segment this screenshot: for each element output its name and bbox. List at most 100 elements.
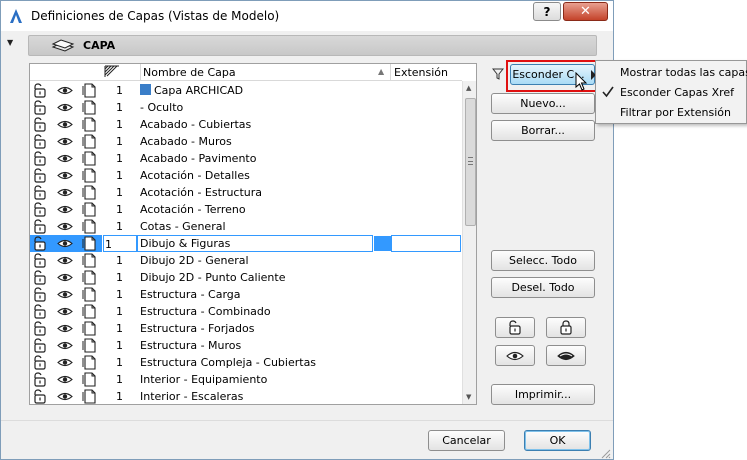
layer-intersection-number[interactable]: 1	[116, 254, 126, 267]
table-row[interactable]: 1 Acabado - Muros	[30, 133, 462, 150]
new-layer-button[interactable]: Nuevo...	[491, 93, 595, 114]
unlocked-padlock-icon[interactable]	[32, 253, 48, 268]
eye-icon[interactable]	[57, 151, 73, 166]
eye-icon[interactable]	[57, 338, 73, 353]
popup-menu-item[interactable]: Filtrar por Extensión	[596, 102, 746, 122]
layer-intersection-number[interactable]: 1	[116, 186, 126, 199]
popup-menu-item[interactable]: Esconder Capas Xref	[596, 82, 746, 102]
eye-icon[interactable]	[57, 134, 73, 149]
layer-page-icon[interactable]	[82, 304, 98, 319]
table-row[interactable]: 1 Estructura - Muros	[30, 337, 462, 354]
unlocked-padlock-icon[interactable]	[32, 100, 48, 115]
print-button[interactable]: Imprimir...	[491, 384, 595, 405]
unlocked-padlock-icon[interactable]	[32, 270, 48, 285]
layer-intersection-number[interactable]: 1	[116, 169, 126, 182]
layer-page-icon[interactable]	[82, 219, 98, 234]
eye-icon[interactable]	[57, 168, 73, 183]
layer-intersection-number[interactable]: 1	[116, 305, 126, 318]
layer-list[interactable]: Nombre de Capa ▲ Extensión 1 Capa ARCHICA…	[29, 63, 477, 405]
eye-icon[interactable]	[57, 253, 73, 268]
unlocked-padlock-icon[interactable]	[32, 304, 48, 319]
layer-intersection-number[interactable]: 1	[116, 390, 126, 403]
table-row[interactable]: 1 Interior - Equipamiento	[30, 371, 462, 388]
select-all-button[interactable]: Selecc. Todo	[491, 250, 595, 271]
eye-icon[interactable]	[57, 372, 73, 387]
table-row[interactable]: 1 Acotación - Detalles	[30, 167, 462, 184]
unlocked-padlock-icon[interactable]	[32, 355, 48, 370]
unlocked-padlock-icon[interactable]	[32, 134, 48, 149]
eye-icon[interactable]	[57, 321, 73, 336]
layer-page-icon[interactable]	[82, 134, 98, 149]
eye-icon[interactable]	[57, 100, 73, 115]
table-row[interactable]: 1 Acotación - Estructura	[30, 184, 462, 201]
table-row[interactable]: 1 Estructura - Combinado	[30, 303, 462, 320]
table-row[interactable]: 1 - Oculto	[30, 99, 462, 116]
unlocked-padlock-icon[interactable]	[32, 219, 48, 234]
eye-icon[interactable]	[57, 389, 73, 404]
popup-menu-item[interactable]: Mostrar todas las capas	[596, 62, 747, 82]
layer-page-icon[interactable]	[82, 202, 98, 217]
layer-intersection-number[interactable]: 1	[116, 356, 126, 369]
layer-page-icon[interactable]	[82, 355, 98, 370]
layer-page-icon[interactable]	[82, 168, 98, 183]
layer-intersection-number[interactable]: 1	[116, 101, 126, 114]
lock-all-button[interactable]	[546, 317, 586, 338]
layer-page-icon[interactable]	[82, 83, 98, 98]
ok-button[interactable]: OK	[524, 430, 591, 451]
layer-intersection-number[interactable]: 1	[116, 339, 126, 352]
eye-icon[interactable]	[57, 83, 73, 98]
table-row[interactable]: 1 Cotas - General	[30, 218, 462, 235]
layer-page-icon[interactable]	[82, 100, 98, 115]
table-row[interactable]: 1 Interior - Escaleras	[30, 388, 462, 404]
layer-intersection-number[interactable]: 1	[103, 235, 137, 252]
layer-page-icon[interactable]	[82, 185, 98, 200]
table-row[interactable]: 1 Acabado - Cubiertas	[30, 116, 462, 133]
deselect-all-button[interactable]: Desel. Todo	[491, 277, 595, 298]
table-row[interactable]: 1 Capa ARCHICAD	[30, 82, 462, 99]
unlocked-padlock-icon[interactable]	[32, 236, 48, 251]
eye-icon[interactable]	[57, 287, 73, 302]
unlocked-padlock-icon[interactable]	[32, 287, 48, 302]
eye-icon[interactable]	[57, 304, 73, 319]
table-row[interactable]: 1 Estructura - Forjados	[30, 320, 462, 337]
show-all-button[interactable]	[495, 345, 535, 366]
table-row[interactable]: 1 Acotación - Terreno	[30, 201, 462, 218]
layer-page-icon[interactable]	[82, 287, 98, 302]
layer-intersection-number[interactable]: 1	[116, 152, 126, 165]
hide-all-button[interactable]	[546, 345, 586, 366]
unlocked-padlock-icon[interactable]	[32, 151, 48, 166]
table-row[interactable]: 1 Dibujo 2D - General	[30, 252, 462, 269]
layer-intersection-number[interactable]: 1	[116, 271, 126, 284]
unlocked-padlock-icon[interactable]	[32, 202, 48, 217]
scroll-down-icon[interactable]: ▼	[466, 393, 471, 401]
layer-intersection-number[interactable]: 1	[116, 322, 126, 335]
layer-page-icon[interactable]	[82, 321, 98, 336]
column-header-extension[interactable]: Extensión	[390, 64, 462, 81]
eye-icon[interactable]	[57, 117, 73, 132]
layer-page-icon[interactable]	[82, 253, 98, 268]
table-row[interactable]: 1 Dibujo 2D - Punto Caliente	[30, 269, 462, 286]
scrollbar-thumb[interactable]	[465, 98, 476, 226]
layer-intersection-number[interactable]: 1	[116, 288, 126, 301]
scroll-up-icon[interactable]: ▲	[466, 84, 471, 92]
layer-page-icon[interactable]	[82, 236, 98, 251]
eye-icon[interactable]	[57, 236, 73, 251]
unlocked-padlock-icon[interactable]	[32, 83, 48, 98]
cancel-button[interactable]: Cancelar	[428, 430, 505, 451]
unlocked-padlock-icon[interactable]	[32, 185, 48, 200]
unlock-all-button[interactable]	[495, 317, 535, 338]
vertical-scrollbar[interactable]: ▲ ▼	[462, 81, 476, 404]
unlocked-padlock-icon[interactable]	[32, 168, 48, 183]
delete-layer-button[interactable]: Borrar...	[491, 120, 595, 141]
column-header-name[interactable]: Nombre de Capa	[140, 64, 390, 81]
layer-intersection-number[interactable]: 1	[116, 373, 126, 386]
table-row[interactable]: 1 Estructura Compleja - Cubiertas	[30, 354, 462, 371]
table-row[interactable]: 1 Estructura - Carga	[30, 286, 462, 303]
extension-edit-field[interactable]	[391, 235, 461, 252]
layer-page-icon[interactable]	[82, 270, 98, 285]
layer-page-icon[interactable]	[82, 372, 98, 387]
unlocked-padlock-icon[interactable]	[32, 372, 48, 387]
close-button[interactable]: ✕	[563, 2, 608, 21]
eye-icon[interactable]	[57, 270, 73, 285]
layer-intersection-number[interactable]: 1	[116, 135, 126, 148]
